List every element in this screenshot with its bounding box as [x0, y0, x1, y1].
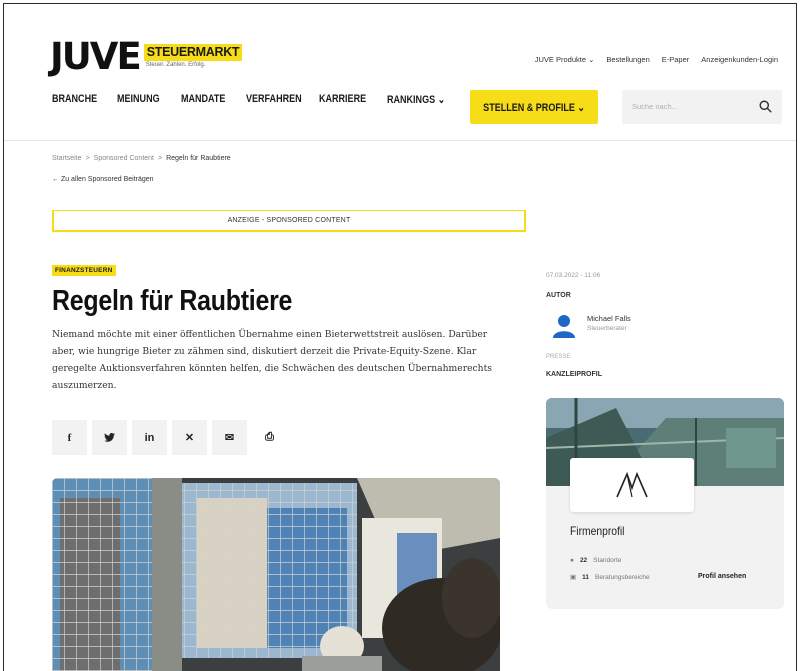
logo-tag: STEUERMARKT [143, 44, 243, 61]
article-image [52, 478, 500, 671]
utility-link-bestellungen[interactable]: Bestellungen [606, 55, 649, 64]
sponsored-banner: ANZEIGE - SPONSORED CONTENT [52, 210, 526, 232]
nav-item-karriere[interactable]: KARRIERE [319, 93, 366, 105]
author-avatar-icon [553, 315, 575, 338]
utility-link-epaper[interactable]: E-Paper [662, 55, 690, 64]
firm-logo-mark [616, 472, 648, 498]
linkedin-share-button[interactable]: in [132, 420, 167, 455]
email-share-button[interactable]: ✉ [212, 420, 247, 455]
breadcrumb-current: Regeln für Raubtiere [166, 155, 231, 162]
linkedin-icon: in [144, 431, 155, 444]
facebook-share-button[interactable]: f [52, 420, 87, 455]
facebook-icon: f [67, 431, 72, 444]
nav-item-branche[interactable]: BRANCHE [52, 93, 97, 105]
nav-item-verfahren[interactable]: VERFAHREN [246, 93, 302, 105]
print-button[interactable]: ⎙ [252, 420, 287, 455]
breadcrumb-home[interactable]: Startseite [52, 155, 82, 162]
nav-item-mandate[interactable]: MANDATE [181, 93, 225, 105]
author-block[interactable]: Michael Falls Steuerberater [553, 314, 631, 338]
location-pin-icon: ● [570, 557, 574, 564]
xing-icon: ✕ [184, 432, 195, 444]
breadcrumb-separator: > [158, 155, 163, 162]
firm-profile-card[interactable]: Firmenprofil ● 22 Standorte ▣ 11 Beratun… [546, 398, 784, 609]
email-icon: ✉ [224, 432, 235, 444]
areas-count: 11 [582, 573, 590, 581]
print-icon: ⎙ [265, 431, 274, 443]
search-icon[interactable] [759, 100, 772, 113]
nav-item-rankings[interactable]: RANKINGS ⌄ [387, 93, 445, 106]
nav-item-meinung[interactable]: MEINUNG [117, 93, 160, 105]
category-badge[interactable]: FINANZSTEUERN [52, 265, 116, 276]
author-name[interactable]: Michael Falls [587, 314, 631, 323]
building-icon: ▣ [570, 574, 577, 581]
search-input[interactable]: Suche nach... [622, 90, 782, 124]
stellen-profile-label: STELLEN & PROFILE ⌄ [483, 101, 585, 114]
page-title: Regeln für Raubtiere [52, 285, 293, 317]
share-bar: f in ✕ ✉ ⎙ [52, 420, 287, 455]
logo[interactable]: JUVE STEUERMARKT Steuer. Zahlen. Erfolg. [50, 35, 243, 78]
page-frame: JUVE STEUERMARKT Steuer. Zahlen. Erfolg.… [3, 3, 797, 671]
article-lead: Niemand möchte mit einer öffentlichen Üb… [52, 329, 492, 391]
firm-profile-title: Firmenprofil [570, 524, 625, 538]
twitter-share-button[interactable] [92, 420, 127, 455]
kanzleiprofil-label: KANZLEIPROFIL [546, 371, 602, 378]
breadcrumb-separator: > [85, 155, 90, 162]
twitter-icon [104, 433, 115, 442]
profile-view-link[interactable]: Profil ansehen [698, 573, 746, 580]
areas-label: Beratungsbereiche [595, 573, 650, 581]
logo-subline: Steuer. Zahlen. Erfolg. [145, 62, 206, 68]
xing-share-button[interactable]: ✕ [172, 420, 207, 455]
author-role: Steuerberater [587, 325, 627, 332]
publish-date: 07.03.2022 - 11:06 [546, 272, 601, 279]
logo-wordmark: JUVE [50, 35, 142, 78]
firm-stat-areas: ▣ 11 Beratungsbereiche [570, 573, 650, 582]
locations-label: Standorte [593, 557, 622, 564]
presse-label: PRESSE [546, 354, 571, 360]
utility-link-login[interactable]: Anzeigenkunden-Login [701, 55, 778, 64]
breadcrumb-sponsored[interactable]: Sponsored Content [94, 155, 154, 162]
firm-logo [570, 458, 694, 512]
stellen-profile-button[interactable]: STELLEN & PROFILE ⌄ [470, 90, 598, 124]
author-label: AUTOR [546, 292, 571, 299]
firm-stat-locations: ● 22 Standorte [570, 557, 621, 564]
article-photo [52, 478, 500, 671]
utility-link-produkte[interactable]: JUVE Produkte ⌄ [535, 55, 595, 64]
utility-nav: JUVE Produkte ⌄ Bestellungen E-Paper Anz… [535, 55, 778, 64]
search-placeholder: Suche nach... [632, 102, 678, 111]
back-link[interactable]: ← Zu allen Sponsored Beiträgen [52, 176, 154, 183]
breadcrumb: Startseite > Sponsored Content > Regeln … [52, 155, 231, 162]
header-divider [4, 140, 796, 141]
locations-count: 22 [579, 557, 588, 564]
